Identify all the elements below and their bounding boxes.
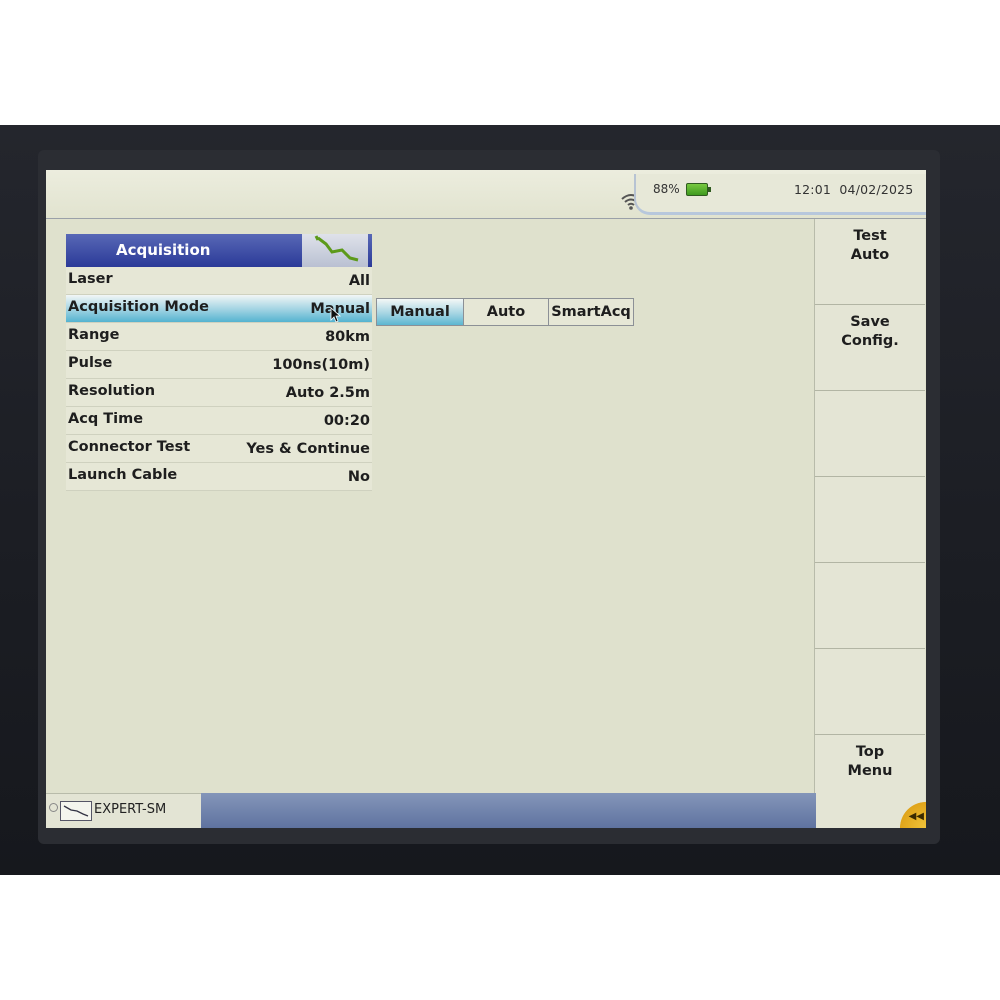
device-screen: 88% 12:01 04/02/2025 Acquisition Laser A… [46, 170, 926, 828]
clock: 12:01 04/02/2025 [794, 182, 913, 197]
softkey-label-line2: Menu [847, 763, 893, 779]
setting-row-launch-cable[interactable]: Launch Cable No [66, 463, 372, 491]
battery-percent: 88% [653, 182, 680, 196]
softkey-column: Test Auto Save Config. Top Menu [814, 219, 925, 828]
otdr-app-icon [60, 801, 92, 821]
app-tab-expert-sm[interactable]: EXPERT-SM [46, 793, 201, 828]
panel-title: Acquisition [116, 241, 211, 259]
mouse-cursor-icon [330, 307, 342, 323]
save-config-button[interactable]: Save Config. [815, 305, 925, 391]
softkey-label-line2: Auto [850, 247, 890, 263]
app-label: EXPERT-SM [94, 802, 167, 817]
setting-value: 100ns(10m) [272, 357, 370, 373]
setting-label: Launch Cable [68, 467, 178, 483]
softkey-label-line1: Test [853, 228, 887, 244]
mode-option-auto[interactable]: Auto [464, 299, 549, 325]
setting-label: Acq Time [68, 411, 144, 427]
setting-row-acq-time[interactable]: Acq Time 00:20 [66, 407, 372, 435]
softkey-label-line1: Top [855, 744, 885, 760]
back-arrow-icon[interactable]: ◀◀ [896, 802, 926, 828]
test-auto-button[interactable]: Test Auto [815, 219, 925, 305]
setting-value: 00:20 [323, 413, 370, 429]
softkey-label-line1: Save [850, 314, 890, 330]
setting-label: Acquisition Mode [68, 299, 209, 315]
clock-time: 12:01 [794, 182, 832, 197]
app-status-dot-icon [49, 803, 58, 812]
setting-value: 80km [325, 329, 370, 345]
setting-label: Range [68, 327, 120, 343]
empty-softkey-6[interactable] [815, 649, 925, 735]
clock-date: 04/02/2025 [839, 182, 914, 197]
setting-row-range[interactable]: Range 80km [66, 323, 372, 351]
mode-option-smartacq[interactable]: SmartAcq [549, 299, 633, 325]
battery-icon [686, 183, 711, 196]
empty-softkey-3[interactable] [815, 391, 925, 477]
acquisition-mode-options: Manual Auto SmartAcq [376, 298, 634, 326]
empty-softkey-4[interactable] [815, 477, 925, 563]
setting-value: Auto 2.5m [285, 385, 370, 401]
mode-option-manual[interactable]: Manual [377, 299, 464, 325]
setting-row-acquisition-mode[interactable]: Acquisition Mode Manual [66, 295, 372, 323]
setting-row-pulse[interactable]: Pulse 100ns(10m) [66, 351, 372, 379]
setting-value: No [347, 469, 370, 485]
setting-value: Yes & Continue [246, 441, 370, 457]
softkey-label-line2: Config. [841, 333, 899, 349]
setting-label: Connector Test [68, 439, 191, 455]
setting-label: Laser [68, 271, 113, 287]
setting-row-laser[interactable]: Laser All [66, 267, 372, 295]
setting-row-connector-test[interactable]: Connector Test Yes & Continue [66, 435, 372, 463]
setting-row-resolution[interactable]: Resolution Auto 2.5m [66, 379, 372, 407]
panel-header: Acquisition [66, 234, 372, 267]
setting-value: All [348, 273, 370, 289]
setting-label: Pulse [68, 355, 113, 371]
bottom-taskbar: EXPERT-SM [46, 793, 816, 828]
setting-label: Resolution [68, 383, 156, 399]
empty-softkey-5[interactable] [815, 563, 925, 649]
otdr-trace-icon [302, 234, 368, 267]
acquisition-panel: Acquisition Laser All Acquisition Mode M… [66, 234, 372, 491]
status-bar: 88% 12:01 04/02/2025 [46, 170, 926, 219]
